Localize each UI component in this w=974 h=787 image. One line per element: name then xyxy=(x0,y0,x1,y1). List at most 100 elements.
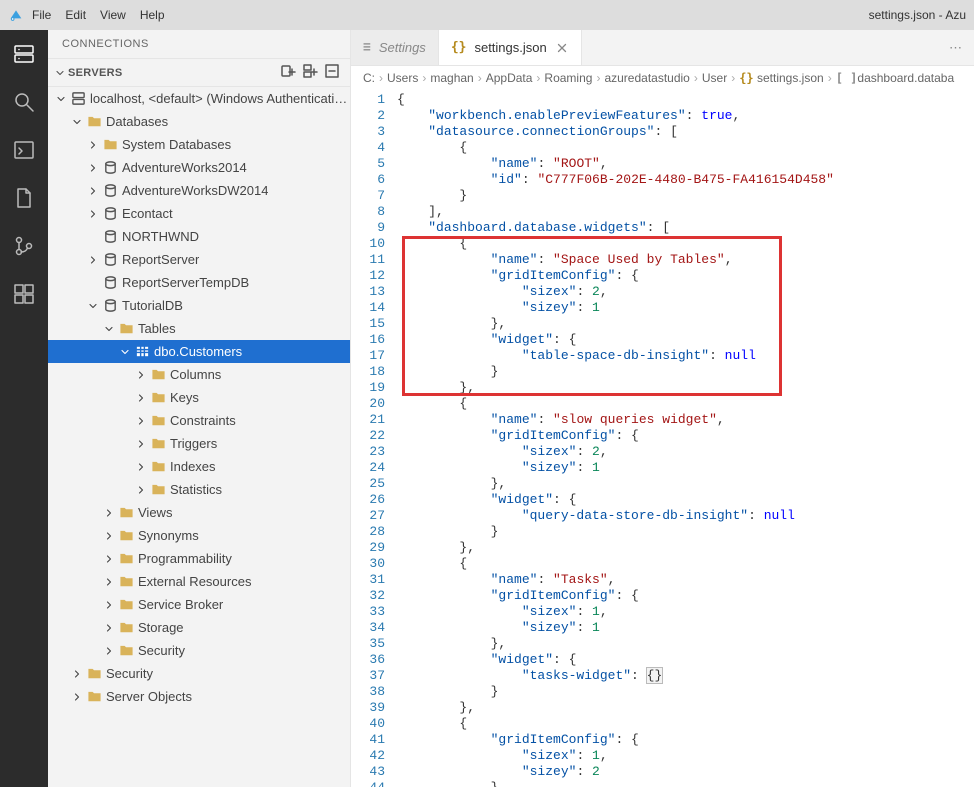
chevron-down-icon[interactable] xyxy=(54,92,68,106)
tree-item[interactable]: Programmability xyxy=(48,547,350,570)
code-line[interactable]: }, xyxy=(397,700,974,716)
tree-item[interactable]: Constraints xyxy=(48,409,350,432)
code-line[interactable]: "query-data-store-db-insight": null xyxy=(397,508,974,524)
code-content[interactable]: { "workbench.enablePreviewFeatures": tru… xyxy=(397,90,974,787)
breadcrumb-item[interactable]: {} settings.json xyxy=(739,71,824,85)
code-line[interactable]: "workbench.enablePreviewFeatures": true, xyxy=(397,108,974,124)
breadcrumb-item[interactable]: azuredatastudio xyxy=(604,71,689,85)
code-line[interactable]: "widget": { xyxy=(397,652,974,668)
code-line[interactable]: } xyxy=(397,364,974,380)
code-line[interactable]: } xyxy=(397,524,974,540)
tree-item[interactable]: Service Broker xyxy=(48,593,350,616)
code-line[interactable]: "name": "slow queries widget", xyxy=(397,412,974,428)
tree-item[interactable]: Keys xyxy=(48,386,350,409)
chevron-right-icon[interactable] xyxy=(102,621,116,635)
servers-icon[interactable] xyxy=(10,40,38,68)
breadcrumb-item[interactable]: [ ]dashboard.databa xyxy=(836,71,954,85)
code-line[interactable]: { xyxy=(397,92,974,108)
code-line[interactable]: "gridItemConfig": { xyxy=(397,588,974,604)
chevron-right-icon[interactable] xyxy=(86,207,100,221)
tree-item[interactable]: Tables xyxy=(48,317,350,340)
tree-item[interactable]: ReportServerTempDB xyxy=(48,271,350,294)
search-icon[interactable] xyxy=(10,88,38,116)
chevron-right-icon[interactable] xyxy=(86,253,100,267)
tree-item[interactable]: Econtact xyxy=(48,202,350,225)
code-line[interactable]: ], xyxy=(397,204,974,220)
breadcrumb-item[interactable]: C: xyxy=(363,71,375,85)
chevron-right-icon[interactable] xyxy=(134,483,148,497)
new-group-icon[interactable] xyxy=(302,63,318,82)
code-line[interactable]: "name": "ROOT", xyxy=(397,156,974,172)
tree-item[interactable]: Security xyxy=(48,639,350,662)
menu-file[interactable]: File xyxy=(32,8,51,22)
code-line[interactable]: "widget": { xyxy=(397,492,974,508)
tab-settings[interactable]: ≡ Settings xyxy=(351,30,439,65)
breadcrumb-item[interactable]: maghan xyxy=(430,71,473,85)
tree-item[interactable]: Columns xyxy=(48,363,350,386)
code-line[interactable]: "sizey": 1 xyxy=(397,460,974,476)
tab-settings-json[interactable]: {} settings.json xyxy=(439,30,582,65)
code-line[interactable]: }, xyxy=(397,540,974,556)
tree-item[interactable]: AdventureWorksDW2014 xyxy=(48,179,350,202)
tree-item[interactable]: NORTHWND xyxy=(48,225,350,248)
chevron-right-icon[interactable] xyxy=(134,414,148,428)
servers-section-header[interactable]: SERVERS xyxy=(48,58,350,87)
code-line[interactable]: "sizex": 1, xyxy=(397,604,974,620)
code-line[interactable]: }, xyxy=(397,380,974,396)
chevron-right-icon[interactable] xyxy=(134,460,148,474)
breadcrumb[interactable]: C:›Users›maghan›AppData›Roaming›azuredat… xyxy=(351,66,974,90)
code-line[interactable]: "tasks-widget": {} xyxy=(397,668,974,684)
tree-item[interactable]: ReportServer xyxy=(48,248,350,271)
menu-help[interactable]: Help xyxy=(140,8,165,22)
close-icon[interactable] xyxy=(555,41,569,55)
chevron-down-icon[interactable] xyxy=(118,345,132,359)
chevron-down-icon[interactable] xyxy=(86,299,100,313)
chevron-right-icon[interactable] xyxy=(134,391,148,405)
tree-item[interactable]: localhost, <default> (Windows Authentica… xyxy=(48,87,350,110)
code-line[interactable]: "widget": { xyxy=(397,332,974,348)
code-line[interactable]: "sizey": 1 xyxy=(397,620,974,636)
breadcrumb-item[interactable]: User xyxy=(702,71,727,85)
tree-item[interactable]: Indexes xyxy=(48,455,350,478)
code-line[interactable]: }, xyxy=(397,780,974,787)
tree-item[interactable]: Databases xyxy=(48,110,350,133)
code-line[interactable]: } xyxy=(397,188,974,204)
collapse-icon[interactable] xyxy=(324,63,340,82)
tree-item[interactable]: dbo.Customers xyxy=(48,340,350,363)
code-line[interactable]: "name": "Space Used by Tables", xyxy=(397,252,974,268)
terminal-icon[interactable] xyxy=(10,136,38,164)
tree-item[interactable]: AdventureWorks2014 xyxy=(48,156,350,179)
code-line[interactable]: }, xyxy=(397,316,974,332)
code-line[interactable]: { xyxy=(397,236,974,252)
chevron-down-icon[interactable] xyxy=(70,115,84,129)
code-line[interactable]: { xyxy=(397,140,974,156)
code-line[interactable]: "datasource.connectionGroups": [ xyxy=(397,124,974,140)
code-line[interactable]: "gridItemConfig": { xyxy=(397,732,974,748)
code-line[interactable]: "sizex": 2, xyxy=(397,284,974,300)
tree-item[interactable]: External Resources xyxy=(48,570,350,593)
code-line[interactable]: "sizey": 1 xyxy=(397,300,974,316)
tree-item[interactable]: System Databases xyxy=(48,133,350,156)
breadcrumb-item[interactable]: Roaming xyxy=(544,71,592,85)
chevron-right-icon[interactable] xyxy=(102,644,116,658)
tree-item[interactable]: Synonyms xyxy=(48,524,350,547)
chevron-right-icon[interactable] xyxy=(70,690,84,704)
tree-item[interactable]: Statistics xyxy=(48,478,350,501)
code-line[interactable]: }, xyxy=(397,636,974,652)
breadcrumb-item[interactable]: Users xyxy=(387,71,418,85)
tree-item[interactable]: Security xyxy=(48,662,350,685)
code-line[interactable]: "gridItemConfig": { xyxy=(397,428,974,444)
code-line[interactable]: { xyxy=(397,556,974,572)
chevron-right-icon[interactable] xyxy=(86,161,100,175)
code-line[interactable]: "sizex": 1, xyxy=(397,748,974,764)
breadcrumb-item[interactable]: AppData xyxy=(486,71,533,85)
menu-view[interactable]: View xyxy=(100,8,126,22)
new-connection-icon[interactable] xyxy=(280,63,296,82)
chevron-right-icon[interactable] xyxy=(102,506,116,520)
code-line[interactable]: "table-space-db-insight": null xyxy=(397,348,974,364)
tree-item[interactable]: Triggers xyxy=(48,432,350,455)
chevron-down-icon[interactable] xyxy=(102,322,116,336)
code-line[interactable]: { xyxy=(397,716,974,732)
code-line[interactable]: "dashboard.database.widgets": [ xyxy=(397,220,974,236)
chevron-right-icon[interactable] xyxy=(102,598,116,612)
